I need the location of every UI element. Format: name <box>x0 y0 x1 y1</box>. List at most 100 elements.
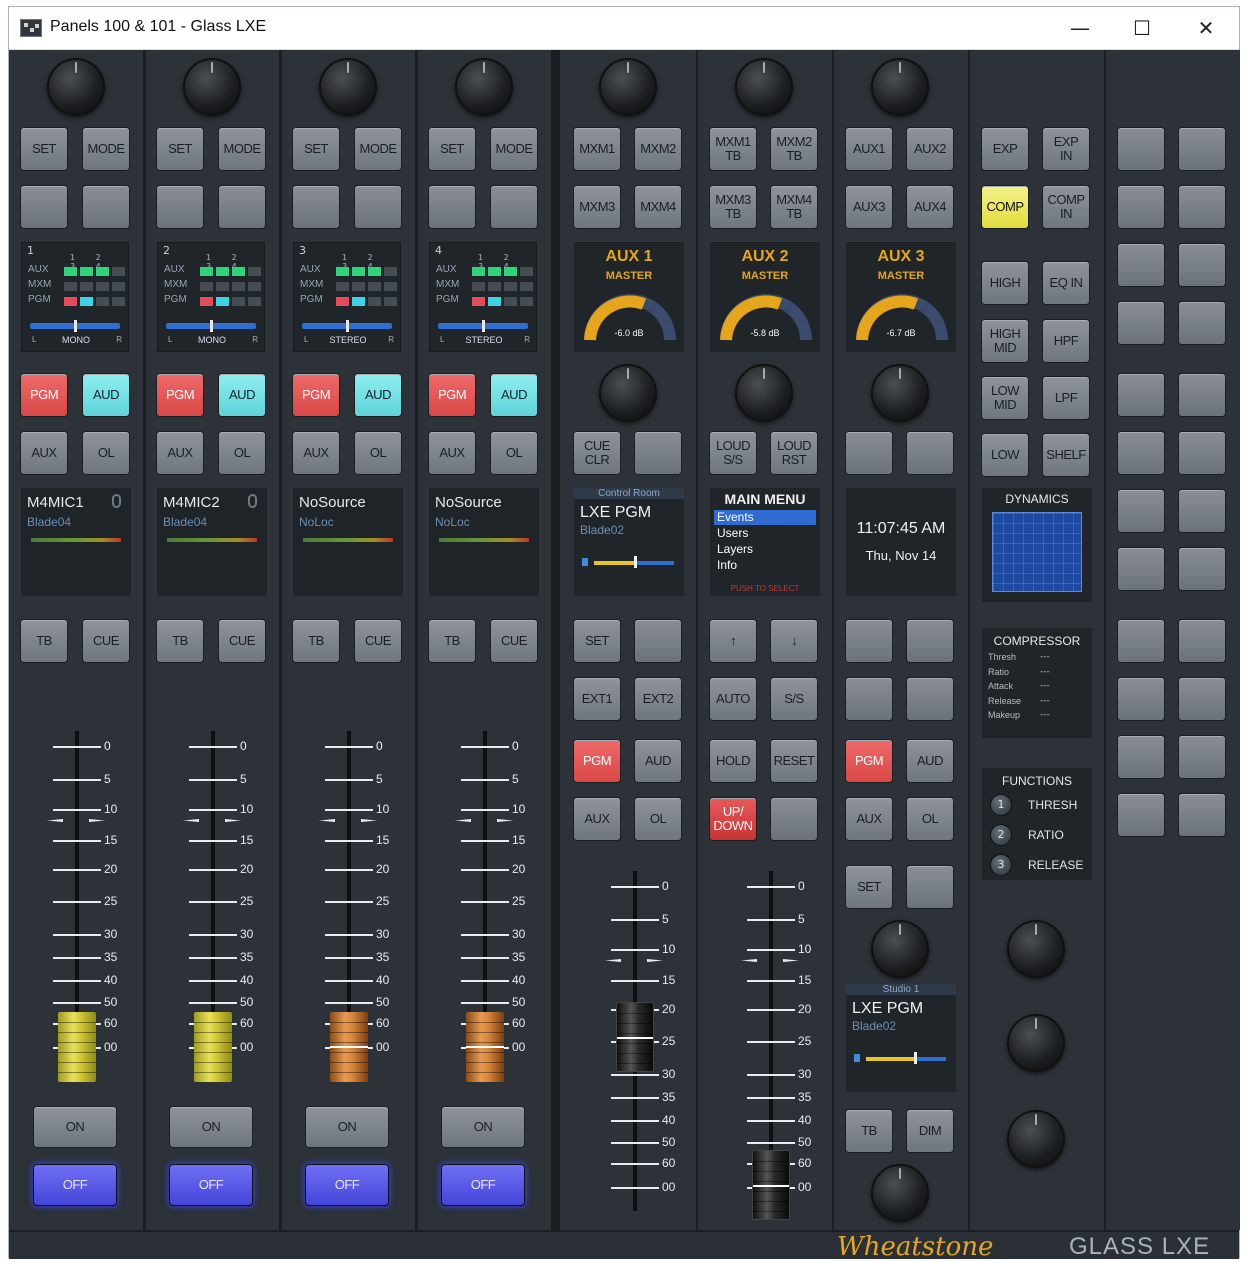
mxm3-button[interactable]: MXM3 <box>574 186 620 228</box>
ol-button[interactable]: OL <box>907 798 953 840</box>
on-button[interactable]: ON <box>442 1107 524 1147</box>
set-button[interactable]: SET <box>293 128 339 170</box>
aud-button[interactable]: AUD <box>219 374 265 416</box>
gain-knob[interactable] <box>183 58 241 116</box>
blank-button[interactable] <box>21 186 67 228</box>
blank-button[interactable] <box>1118 244 1164 286</box>
pgm-button[interactable]: PGM <box>21 374 67 416</box>
aux-button[interactable]: AUX <box>429 432 475 474</box>
blank-button[interactable] <box>1118 374 1164 416</box>
ol-button[interactable]: OL <box>491 432 537 474</box>
aux-button[interactable]: AUX <box>293 432 339 474</box>
cue-button[interactable]: CUE <box>83 620 129 662</box>
off-button[interactable]: OFF <box>34 1165 116 1205</box>
on-button[interactable]: ON <box>306 1107 388 1147</box>
mxm2-tb-button[interactable]: MXM2 TB <box>771 128 817 170</box>
exp-in-button[interactable]: EXP IN <box>1043 128 1089 170</box>
pgm-button[interactable]: PGM <box>846 740 892 782</box>
cue-button[interactable]: CUE <box>219 620 265 662</box>
ol-button[interactable]: OL <box>219 432 265 474</box>
channel-fader[interactable] <box>330 1012 368 1082</box>
blank-button[interactable] <box>1179 186 1225 228</box>
exp-button[interactable]: EXP <box>982 128 1028 170</box>
aux-button[interactable]: AUX <box>157 432 203 474</box>
studio-knob[interactable] <box>871 920 929 978</box>
on-button[interactable]: ON <box>170 1107 252 1147</box>
cue-button[interactable]: CUE <box>355 620 401 662</box>
hold-button[interactable]: HOLD <box>710 740 756 782</box>
blank-button[interactable] <box>846 678 892 720</box>
menu-item[interactable]: Layers <box>714 542 816 557</box>
blank-button[interactable] <box>83 186 129 228</box>
master-knob[interactable] <box>871 58 929 116</box>
blank-button[interactable] <box>1118 186 1164 228</box>
close-button[interactable]: ✕ <box>1175 7 1237 50</box>
blank-button[interactable] <box>846 620 892 662</box>
set-button[interactable]: SET <box>846 866 892 908</box>
blank-button[interactable] <box>1118 548 1164 590</box>
blank-button[interactable] <box>1118 620 1164 662</box>
ext1-button[interactable]: EXT1 <box>574 678 620 720</box>
tb-button[interactable]: TB <box>293 620 339 662</box>
blank-button[interactable] <box>1118 794 1164 836</box>
channel-fader[interactable] <box>58 1012 96 1082</box>
gain-knob[interactable] <box>47 58 105 116</box>
mode-button[interactable]: MODE <box>219 128 265 170</box>
aux-level-knob[interactable] <box>599 364 657 422</box>
blank-button[interactable] <box>635 432 681 474</box>
headphone-knob[interactable] <box>871 1164 929 1222</box>
blank-button[interactable] <box>1179 620 1225 662</box>
comp-in-button[interactable]: COMP IN <box>1043 186 1089 228</box>
pgm-button[interactable]: PGM <box>293 374 339 416</box>
maximize-button[interactable]: ☐ <box>1111 7 1173 50</box>
blank-button[interactable] <box>1118 678 1164 720</box>
aux2-button[interactable]: AUX2 <box>907 128 953 170</box>
blank-button[interactable] <box>1179 678 1225 720</box>
aux-button[interactable]: AUX <box>21 432 67 474</box>
mxm1-tb-button[interactable]: MXM1 TB <box>710 128 756 170</box>
aud-button[interactable]: AUD <box>907 740 953 782</box>
pgm-button[interactable]: PGM <box>574 740 620 782</box>
blank-button[interactable] <box>219 186 265 228</box>
function-number-icon[interactable]: 2 <box>990 824 1012 846</box>
function-number-icon[interactable]: 1 <box>990 794 1012 816</box>
aux-level-knob[interactable] <box>871 364 929 422</box>
blank-button[interactable] <box>907 620 953 662</box>
cue-button[interactable]: CUE <box>491 620 537 662</box>
ext2-button[interactable]: EXT2 <box>635 678 681 720</box>
master-fader[interactable] <box>616 1002 654 1072</box>
ol-button[interactable]: OL <box>355 432 401 474</box>
blank-button[interactable] <box>1179 548 1225 590</box>
minimize-button[interactable]: — <box>1049 7 1111 50</box>
blank-button[interactable] <box>907 678 953 720</box>
function-knob-1[interactable] <box>1007 920 1065 978</box>
function-knob-3[interactable] <box>1007 1110 1065 1168</box>
blank-button[interactable] <box>1118 432 1164 474</box>
high-mid-button[interactable]: HIGH MID <box>982 320 1028 362</box>
dim-button[interactable]: DIM <box>907 1110 953 1152</box>
blank-button[interactable] <box>771 798 817 840</box>
tb-button[interactable]: TB <box>429 620 475 662</box>
blank-button[interactable] <box>293 186 339 228</box>
up-arrow-button[interactable]: ↑ <box>710 620 756 662</box>
aux-level-knob[interactable] <box>735 364 793 422</box>
shelf-button[interactable]: SHELF <box>1043 434 1089 476</box>
low-mid-button[interactable]: LOW MID <box>982 377 1028 419</box>
blank-button[interactable] <box>1118 490 1164 532</box>
master-knob[interactable] <box>599 58 657 116</box>
off-button[interactable]: OFF <box>442 1165 524 1205</box>
set-button[interactable]: SET <box>429 128 475 170</box>
aux-button[interactable]: AUX <box>846 798 892 840</box>
eq-in-button[interactable]: EQ IN <box>1043 262 1089 304</box>
cue-clear-button[interactable]: CUE CLR <box>574 432 620 474</box>
blank-button[interactable] <box>1179 244 1225 286</box>
blank-button[interactable] <box>1179 490 1225 532</box>
pgm-button[interactable]: PGM <box>157 374 203 416</box>
blank-button[interactable] <box>157 186 203 228</box>
menu-item[interactable]: Events <box>714 510 816 525</box>
mxm4-tb-button[interactable]: MXM4 TB <box>771 186 817 228</box>
aux3-button[interactable]: AUX3 <box>846 186 892 228</box>
mode-button[interactable]: MODE <box>83 128 129 170</box>
aud-button[interactable]: AUD <box>635 740 681 782</box>
aud-button[interactable]: AUD <box>83 374 129 416</box>
